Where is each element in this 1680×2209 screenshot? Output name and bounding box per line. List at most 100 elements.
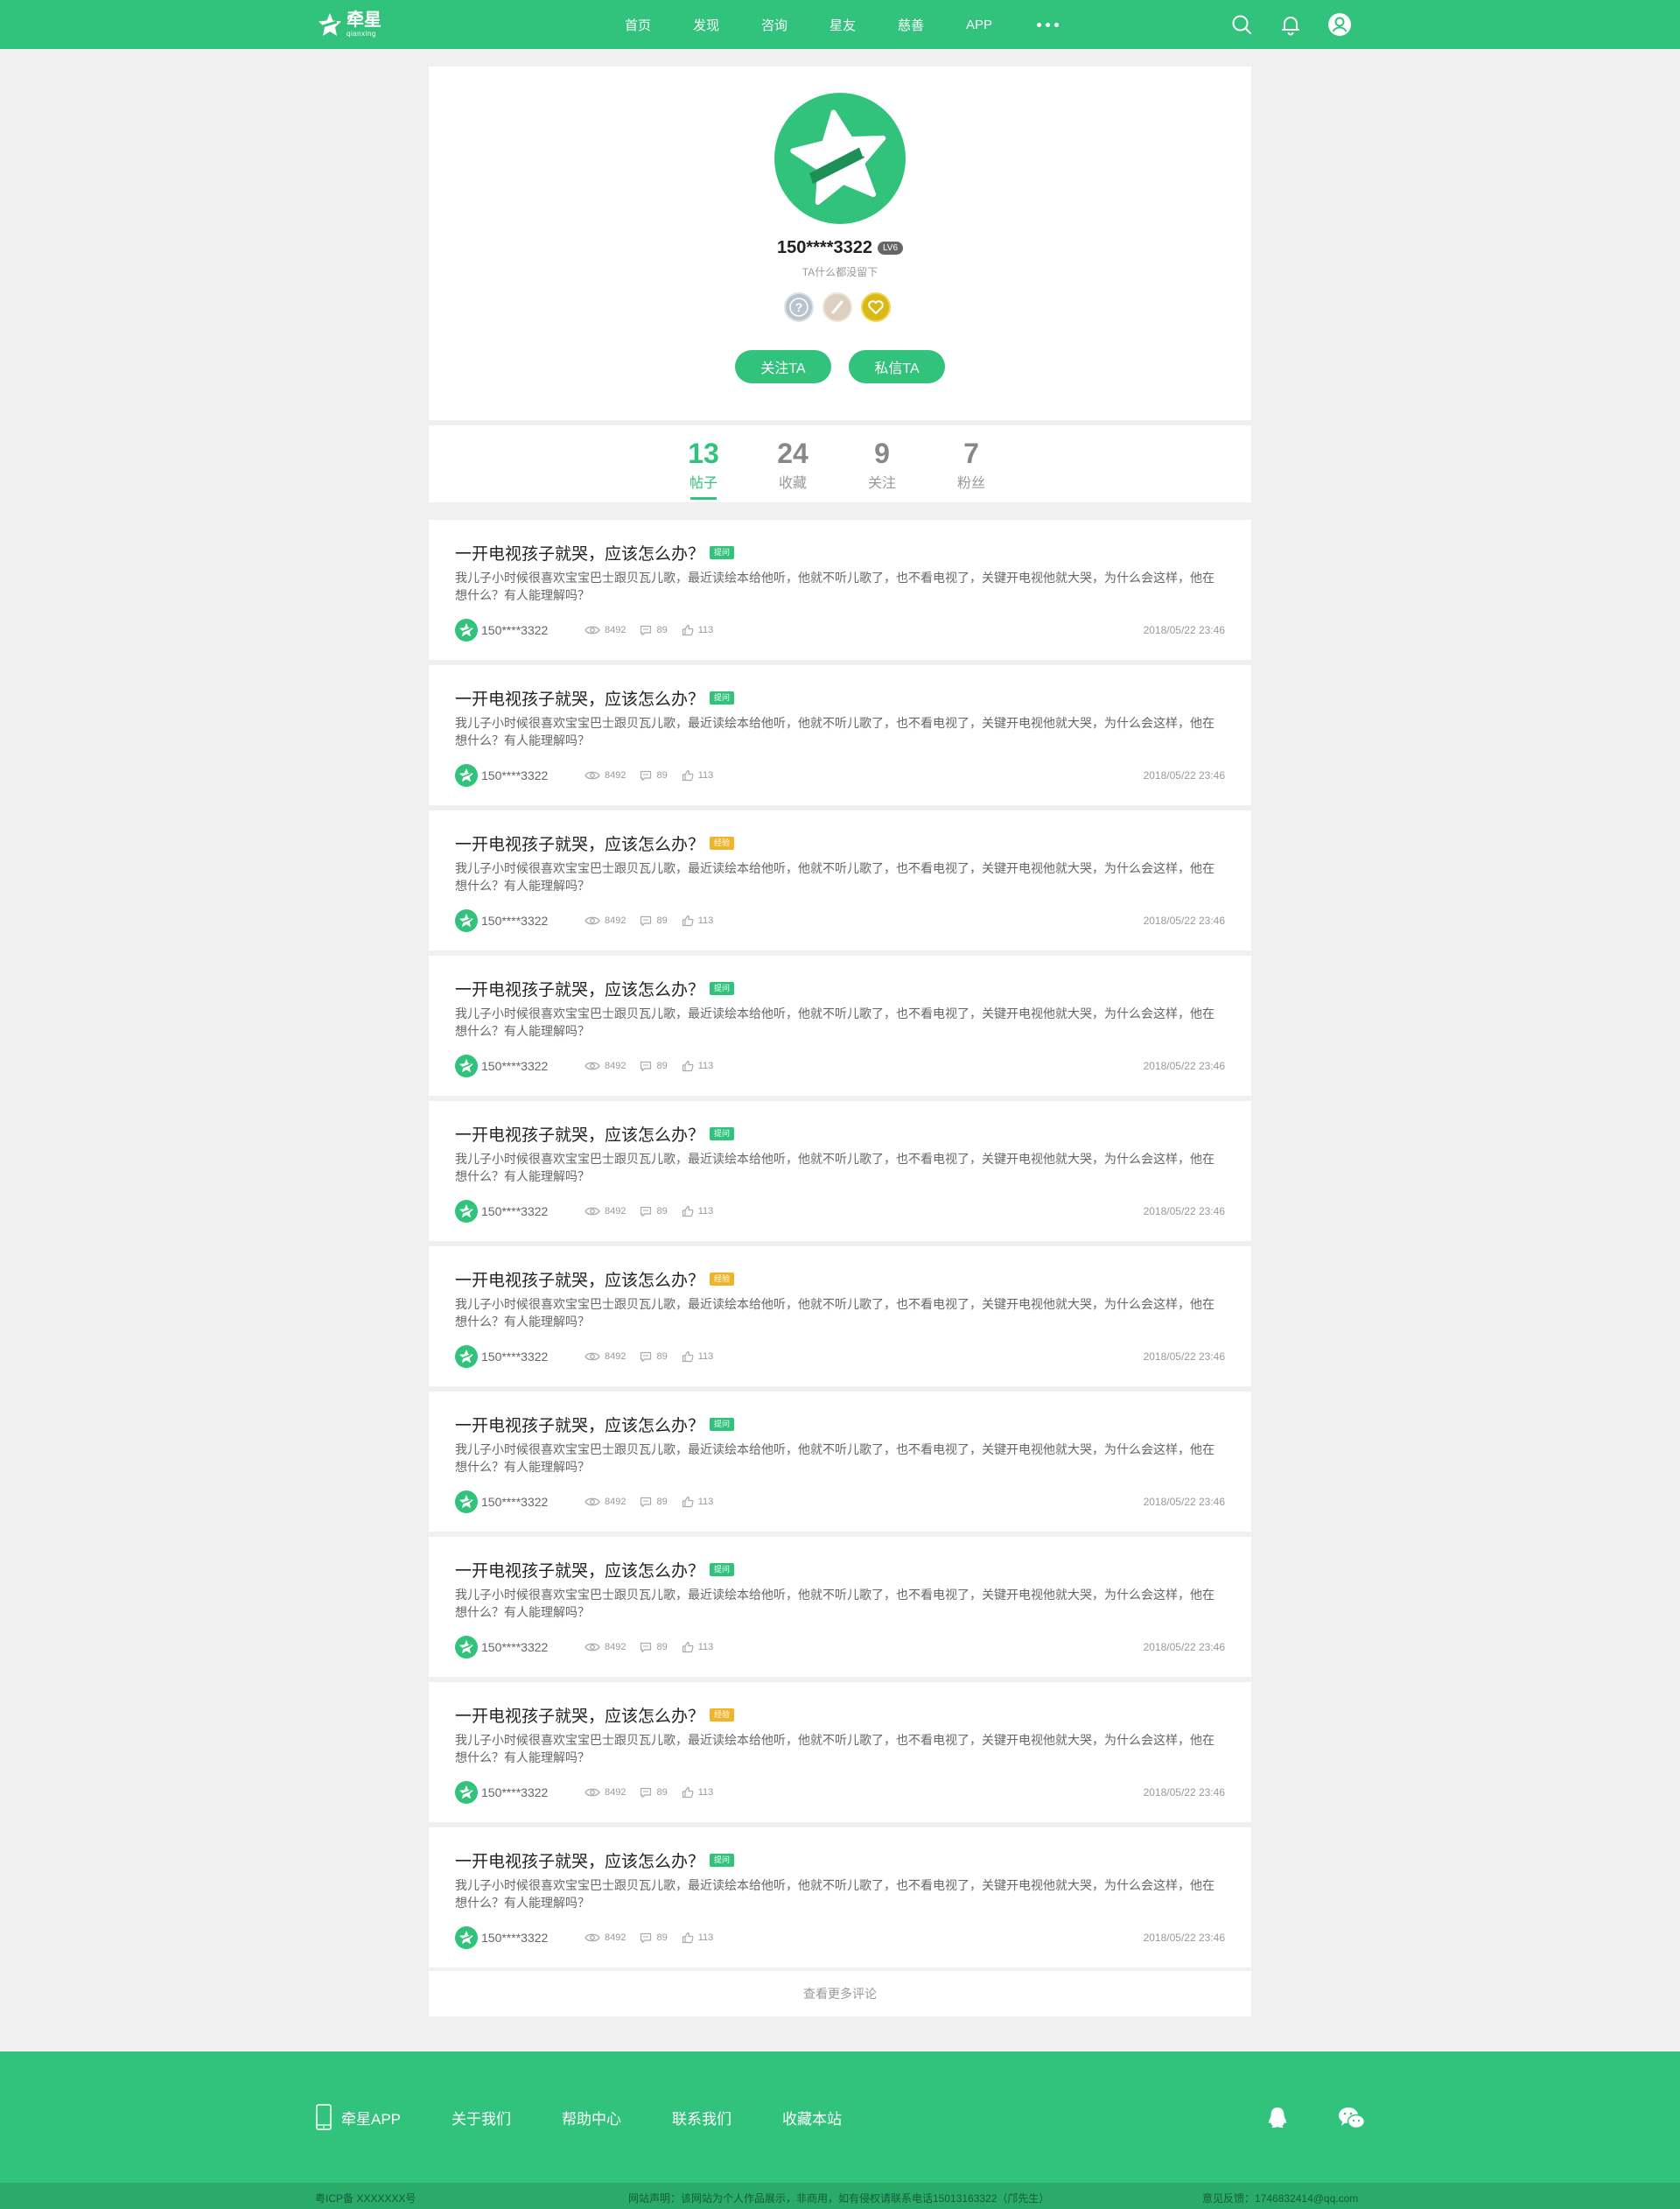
nav-item-discover[interactable]: 发现 xyxy=(672,16,740,34)
author-avatar[interactable] xyxy=(455,1055,478,1077)
load-more-button[interactable]: 查看更多评论 xyxy=(429,1971,1251,2016)
nav-item-charity[interactable]: 慈善 xyxy=(877,16,945,34)
eye-icon xyxy=(584,1061,605,1071)
like-count[interactable]: 113 xyxy=(682,1350,713,1363)
tab-favorites[interactable]: 24 收藏 xyxy=(748,438,837,500)
author-avatar[interactable] xyxy=(455,1490,478,1513)
author-name[interactable]: 150****3322 xyxy=(481,1640,584,1654)
user-avatar-icon[interactable] xyxy=(1327,12,1352,37)
author-name[interactable]: 150****3322 xyxy=(481,1204,584,1218)
site-logo[interactable]: 牵星 qianxing xyxy=(317,9,382,40)
comment-count[interactable]: 89 xyxy=(640,1061,668,1072)
author-avatar[interactable] xyxy=(455,619,478,642)
wechat-icon[interactable] xyxy=(1337,2104,1367,2132)
post-card[interactable]: 一开电视孩子就哭，应该怎么办？ 经验 我儿子小时候很喜欢宝宝巴士跟贝瓦儿歌，最近读绘… xyxy=(429,1246,1251,1386)
post-card[interactable]: 一开电视孩子就哭，应该怎么办？ 提问 我儿子小时候很喜欢宝宝巴士跟贝瓦儿歌，最近读绘… xyxy=(429,956,1251,1096)
comment-icon xyxy=(640,1206,656,1217)
comment-count[interactable]: 89 xyxy=(640,1351,668,1363)
post-card[interactable]: 一开电视孩子就哭，应该怎么办？ 提问 我儿子小时候很喜欢宝宝巴士跟贝瓦儿歌，最近读绘… xyxy=(429,665,1251,805)
view-count-value: 8492 xyxy=(605,1787,626,1798)
like-count[interactable]: 113 xyxy=(682,915,713,927)
footer-link-about[interactable]: 关于我们 xyxy=(452,2107,511,2128)
like-count[interactable]: 113 xyxy=(682,1786,713,1799)
copyright-bar: 粤ICP备 XXXXXXX号 网站声明：该网站为个人作品展示，非商用，如有侵权请… xyxy=(0,2183,1680,2209)
post-card[interactable]: 一开电视孩子就哭，应该怎么办？ 经验 我儿子小时候很喜欢宝宝巴士跟贝瓦儿歌，最近读绘… xyxy=(429,1682,1251,1822)
post-card[interactable]: 一开电视孩子就哭，应该怎么办？ 提问 我儿子小时候很喜欢宝宝巴士跟贝瓦儿歌，最近读绘… xyxy=(429,1101,1251,1241)
post-title[interactable]: 一开电视孩子就哭，应该怎么办？ xyxy=(455,541,704,565)
post-title[interactable]: 一开电视孩子就哭，应该怎么办？ xyxy=(455,977,704,1000)
footer-link-contact[interactable]: 联系我们 xyxy=(672,2107,732,2128)
nav-item-home[interactable]: 首页 xyxy=(604,16,672,34)
author-avatar[interactable] xyxy=(455,909,478,932)
post-title[interactable]: 一开电视孩子就哭，应该怎么办？ xyxy=(455,686,704,710)
author-avatar[interactable] xyxy=(455,1926,478,1949)
tab-fans[interactable]: 7 粉丝 xyxy=(927,438,1016,500)
post-card[interactable]: 一开电视孩子就哭，应该怎么办？ 提问 我儿子小时候很喜欢宝宝巴士跟贝瓦儿歌，最近读绘… xyxy=(429,520,1251,660)
post-title[interactable]: 一开电视孩子就哭，应该怎么办？ xyxy=(455,1267,704,1291)
like-count[interactable]: 113 xyxy=(682,1932,713,1944)
comment-count[interactable]: 89 xyxy=(640,625,668,636)
author-name[interactable]: 150****3322 xyxy=(481,768,584,782)
nav-item-consult[interactable]: 咨询 xyxy=(740,16,808,34)
like-count[interactable]: 113 xyxy=(682,1205,713,1217)
nav-item-friends[interactable]: 星友 xyxy=(808,16,877,34)
post-title[interactable]: 一开电视孩子就哭，应该怎么办？ xyxy=(455,1413,704,1436)
author-name[interactable]: 150****3322 xyxy=(481,623,584,637)
author-name[interactable]: 150****3322 xyxy=(481,1931,584,1945)
author-avatar[interactable] xyxy=(455,764,478,787)
view-count: 8492 xyxy=(584,915,626,926)
bell-icon[interactable] xyxy=(1279,13,1302,36)
author-avatar[interactable] xyxy=(455,1636,478,1659)
footer: 牵星APP 关于我们 帮助中心 联系我们 收藏本站 xyxy=(0,2051,1680,2183)
author-avatar[interactable] xyxy=(455,1345,478,1368)
footer-link-bookmark[interactable]: 收藏本站 xyxy=(782,2107,842,2128)
author-name[interactable]: 150****3322 xyxy=(481,1350,584,1364)
like-count[interactable]: 113 xyxy=(682,1641,713,1653)
comment-count[interactable]: 89 xyxy=(640,915,668,927)
view-count: 8492 xyxy=(584,1061,626,1071)
more-menu-icon[interactable] xyxy=(1013,22,1082,27)
view-count-value: 8492 xyxy=(605,1642,626,1652)
comment-count[interactable]: 89 xyxy=(640,770,668,782)
comment-count[interactable]: 89 xyxy=(640,1497,668,1508)
follow-button[interactable]: 关注TA xyxy=(735,350,831,383)
like-count[interactable]: 113 xyxy=(682,624,713,636)
qq-icon[interactable] xyxy=(1264,2104,1292,2132)
footer-link-help[interactable]: 帮助中心 xyxy=(562,2107,621,2128)
post-title[interactable]: 一开电视孩子就哭，应该怎么办？ xyxy=(455,1848,704,1872)
comment-count[interactable]: 89 xyxy=(640,1932,668,1944)
comment-count-value: 89 xyxy=(656,1932,668,1943)
post-title[interactable]: 一开电视孩子就哭，应该怎么办？ xyxy=(455,831,704,855)
thumbs-up-icon xyxy=(682,1060,698,1072)
post-card[interactable]: 一开电视孩子就哭，应该怎么办？ 提问 我儿子小时候很喜欢宝宝巴士跟贝瓦儿歌，最近读绘… xyxy=(429,1537,1251,1677)
author-name[interactable]: 150****3322 xyxy=(481,914,584,928)
post-title[interactable]: 一开电视孩子就哭，应该怎么办？ xyxy=(455,1703,704,1727)
like-count[interactable]: 113 xyxy=(682,1496,713,1508)
author-avatar[interactable] xyxy=(455,1781,478,1804)
author-name[interactable]: 150****3322 xyxy=(481,1059,584,1073)
footer-link-app[interactable]: 牵星APP xyxy=(315,2104,401,2130)
question-medal-icon[interactable]: ? xyxy=(784,292,814,322)
tab-posts[interactable]: 13 帖子 xyxy=(659,438,748,500)
post-card[interactable]: 一开电视孩子就哭，应该怎么办？ 提问 我儿子小时候很喜欢宝宝巴士跟贝瓦儿歌，最近读绘… xyxy=(429,1392,1251,1532)
tab-following[interactable]: 9 关注 xyxy=(837,438,927,500)
feedback-email: 意见反馈：1746832414@qq.com xyxy=(1202,2192,1359,2205)
post-title[interactable]: 一开电视孩子就哭，应该怎么办？ xyxy=(455,1558,704,1581)
nav-item-app[interactable]: APP xyxy=(945,18,1013,32)
pen-medal-icon[interactable] xyxy=(822,292,852,322)
heart-medal-icon[interactable] xyxy=(861,292,891,322)
comment-count[interactable]: 89 xyxy=(640,1642,668,1653)
comment-count[interactable]: 89 xyxy=(640,1206,668,1217)
author-name[interactable]: 150****3322 xyxy=(481,1785,584,1799)
post-title[interactable]: 一开电视孩子就哭，应该怎么办？ xyxy=(455,1122,704,1146)
message-button[interactable]: 私信TA xyxy=(849,350,945,383)
post-card[interactable]: 一开电视孩子就哭，应该怎么办？ 经验 我儿子小时候很喜欢宝宝巴士跟贝瓦儿歌，最近读绘… xyxy=(429,810,1251,950)
post-card[interactable]: 一开电视孩子就哭，应该怎么办？ 提问 我儿子小时候很喜欢宝宝巴士跟贝瓦儿歌，最近读绘… xyxy=(429,1827,1251,1967)
comment-count[interactable]: 89 xyxy=(640,1787,668,1799)
search-icon[interactable] xyxy=(1230,13,1253,36)
like-count[interactable]: 113 xyxy=(682,769,713,782)
post-excerpt: 我儿子小时候很喜欢宝宝巴士跟贝瓦儿歌，最近读绘本给他听，他就不听儿歌了，也不看电… xyxy=(455,861,1214,893)
like-count[interactable]: 113 xyxy=(682,1060,713,1072)
author-avatar[interactable] xyxy=(455,1200,478,1223)
author-name[interactable]: 150****3322 xyxy=(481,1495,584,1509)
